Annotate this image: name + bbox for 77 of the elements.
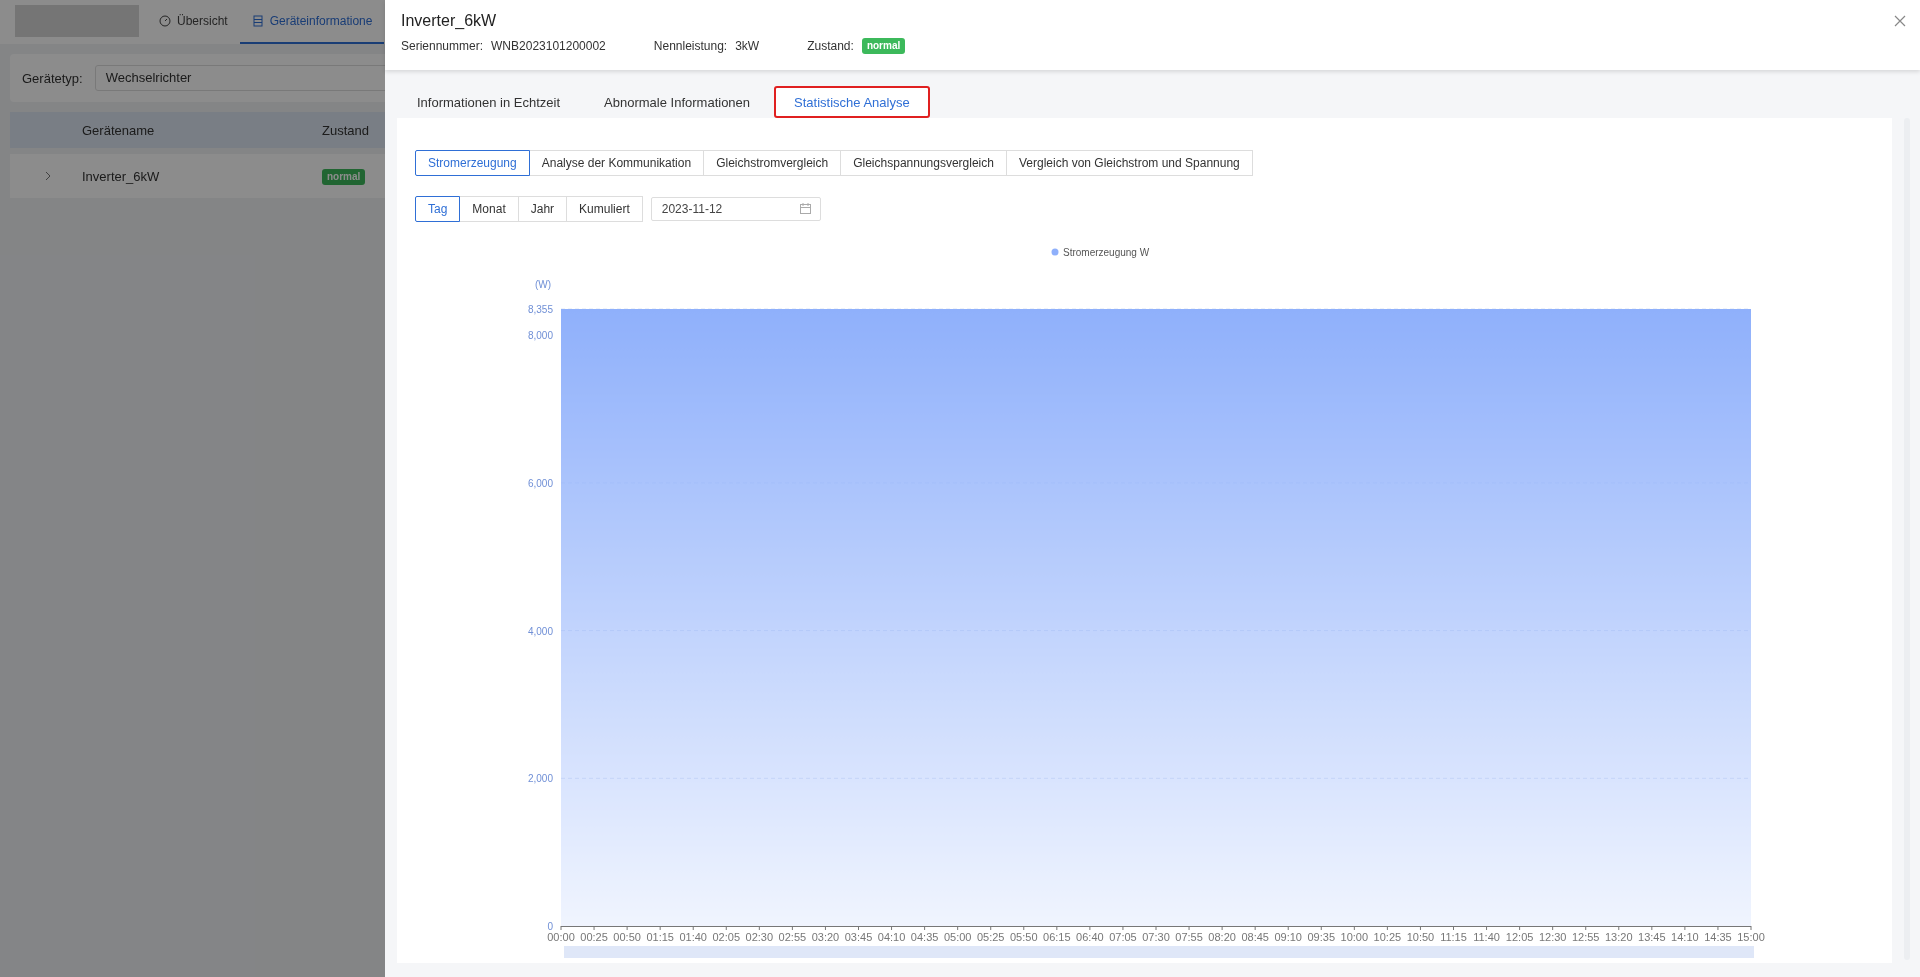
axis-tick-label: 00:25	[580, 931, 608, 943]
segment-button[interactable]: Tag	[415, 196, 461, 222]
axis-tick-label: 11:15	[1440, 931, 1467, 943]
status-badge: normal	[861, 38, 906, 54]
axis-tick-label: 10:50	[1406, 931, 1435, 943]
axis-tick-label: 05:25	[976, 931, 1005, 943]
segment-button[interactable]: Jahr	[517, 196, 568, 222]
date-field[interactable]: 2023-11-12	[650, 197, 821, 221]
axis-tick-label: 08:45	[1241, 931, 1269, 943]
close-icon[interactable]	[1894, 15, 1906, 27]
axis-tick-label: 03:20	[811, 931, 840, 943]
column-header: Gerätename	[82, 122, 156, 138]
axis-tick-label: 13:45	[1638, 931, 1666, 943]
filter-label: Gerätetyp:	[22, 70, 83, 86]
axis-title: (W)	[534, 279, 551, 290]
axis-tick-label: 09:35	[1307, 931, 1336, 943]
segment-button[interactable]: Stromerzeugung	[415, 150, 530, 176]
info-label: Seriennummer:	[401, 39, 484, 53]
info-label: Nennleistung:	[653, 39, 728, 53]
axis-tick-label: 10:25	[1373, 931, 1402, 943]
nav-tab[interactable]: Übersicht	[147, 0, 240, 44]
axis-tick-label: 14:10	[1671, 931, 1699, 943]
list-icon	[251, 15, 264, 27]
axis-tick-label: 07:30	[1142, 931, 1170, 943]
segment-button[interactable]: Kumuliert	[566, 196, 643, 222]
axis-tick-label: 00:50	[613, 931, 641, 943]
axis-tick-label: 12:30	[1538, 931, 1567, 943]
axis-tick-label: 07:05	[1109, 931, 1137, 943]
info-label: Zustand:	[807, 39, 854, 53]
status-badge: normal	[322, 168, 366, 185]
axis-tick-label: 12:55	[1571, 931, 1600, 943]
legend-marker-icon	[1051, 248, 1059, 256]
axis-tick-label: 4,000	[527, 625, 553, 637]
gauge-icon	[159, 15, 171, 27]
axis-tick-label: 03:45	[844, 931, 873, 943]
axis-tick-label: 06:15	[1043, 931, 1071, 943]
segment-button[interactable]: Analyse der Kommunikation	[528, 150, 705, 176]
segment-button[interactable]: Monat	[459, 196, 519, 222]
zoom-slider[interactable]	[564, 946, 1754, 958]
segment-button[interactable]: Vergleich von Gleichstrom und Spannung	[1005, 150, 1253, 176]
info-value: 3kW	[735, 39, 760, 53]
axis-tick-label: 07:55	[1175, 931, 1203, 943]
axis-tick-label: 02:55	[778, 931, 807, 943]
segment-button[interactable]: Gleichspannungsvergleich	[840, 150, 1007, 176]
axis-tick-label: 8,000	[527, 330, 553, 342]
axis-tick-label: 08:20	[1208, 931, 1236, 943]
tab[interactable]: Abnormale Informationen	[584, 86, 771, 118]
axis-tick-label: 05:50	[1010, 931, 1038, 943]
column-header: Zustand	[322, 122, 370, 138]
axis-tick-label: 06:40	[1076, 931, 1104, 943]
axis-tick-label: 02:05	[712, 931, 741, 943]
info-value: WNB2023101200002	[491, 39, 606, 53]
axis-tick-label: 14:35	[1704, 931, 1732, 943]
axis-tick-label: 00:00	[547, 931, 575, 943]
table-cell-text: Inverter_6kW	[82, 168, 161, 184]
axis-tick-label: 10:00	[1340, 931, 1369, 943]
axis-tick-label: 04:10	[877, 931, 906, 943]
axis-tick-label: 11:40	[1473, 931, 1500, 943]
axis-tick-label: 0	[547, 921, 553, 932]
axis-tick-label: 2,000	[527, 773, 553, 785]
segment-button[interactable]: Gleichstromvergleich	[703, 150, 842, 176]
axis-tick-label: 05:00	[943, 931, 972, 943]
axis-tick-label: 02:30	[745, 931, 774, 943]
tab[interactable]: Statistische Analyse	[774, 86, 930, 118]
axis-tick-label: 8,355	[527, 304, 553, 315]
expand-chevron-icon[interactable]	[44, 171, 52, 181]
axis-tick-label: 09:10	[1274, 931, 1302, 943]
drawer-title: Inverter_6kW	[401, 12, 497, 30]
axis-tick-label: 12:05	[1505, 931, 1534, 943]
axis-tick-label: 15:00	[1737, 931, 1765, 943]
legend-label: Stromerzeugung W	[1063, 247, 1150, 258]
axis-tick-label: 01:40	[679, 931, 707, 943]
axis-tick-label: 04:35	[910, 931, 939, 943]
calendar-icon	[799, 203, 811, 214]
axis-tick-label: 01:15	[646, 931, 674, 943]
axis-tick-label: 13:20	[1605, 931, 1633, 943]
axis-tick-label: 6,000	[527, 477, 553, 489]
